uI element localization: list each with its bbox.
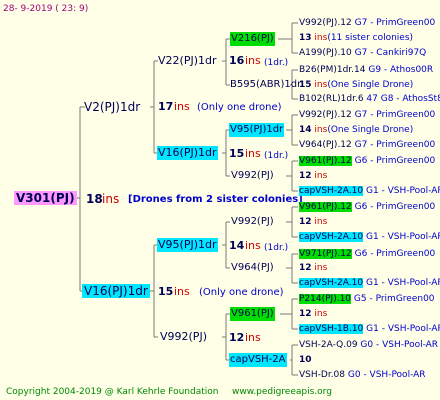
gen2-b-note: (1dr.) <box>264 151 289 161</box>
gen4-row[interactable]: P214(PJ).10 G5 - PrimGreen00 <box>299 292 435 306</box>
gen3-c1-node[interactable]: V992(PJ) <box>231 215 274 229</box>
gen2-b-node[interactable]: V16(PJ)1dr <box>157 146 218 160</box>
gen4-row[interactable]: V961(PJ).12 G6 - PrimGreen00 <box>299 200 435 214</box>
gen4-row[interactable]: V961(PJ).12 G6 - PrimGreen00 <box>299 154 435 168</box>
gen2-b-ins-value: 15 <box>229 147 245 160</box>
gen4-row[interactable]: B26(PM)1dr.14 G9 - Athos00R <box>299 63 433 77</box>
gen3-b2-node[interactable]: V992(PJ) <box>231 169 274 183</box>
gen4-row: 12 ins <box>299 309 328 319</box>
gen3-c2-node[interactable]: V964(PJ) <box>231 261 274 275</box>
pedigree-page: 28- 9-2019 ( 23: 9) Copyright 2004-2019 … <box>0 0 440 400</box>
gen4-row[interactable]: capVSH-1B.10 G1 - VSH-Pool-AR <box>299 322 440 336</box>
gen4-row[interactable]: V992(PJ).12 G7 - PrimGreen00 <box>299 108 435 122</box>
website-link[interactable]: www.pedigreeapis.org <box>232 385 332 399</box>
gen2-c-node[interactable]: V95(PJ)1dr <box>157 238 218 252</box>
gen3-a2-node[interactable]: B595(ABR)1dr <box>230 78 301 92</box>
gen2-a-ins-value: 16 <box>229 54 245 67</box>
gen2-d-ins-label: ins <box>245 331 261 344</box>
gen1-bottom-ins-label: ins <box>174 285 190 298</box>
gen3-a1-node[interactable]: V216(PJ) <box>230 32 275 46</box>
copyright-text: Copyright 2004-2019 @ Karl Kehrle Founda… <box>6 387 219 397</box>
gen4-row[interactable]: VSH-2A-Q.09 G0 - VSH-Pool-AR <box>299 338 438 352</box>
gen1-top-node[interactable]: V2(PJ)1dr <box>84 100 140 114</box>
gen3-d1-node[interactable]: V961(PJ) <box>230 307 275 321</box>
gen1-top-note: (Only one drone) <box>197 102 282 113</box>
gen2-d-node[interactable]: V992(PJ) <box>160 330 207 344</box>
queen-root-node[interactable]: V301(PJ) <box>14 191 77 205</box>
gen4-row[interactable]: B102(RL)1dr.6 47 G8 - AthosSt80R <box>299 92 440 106</box>
print-date: 28- 9-2019 ( 23: 9) <box>3 4 89 14</box>
gen2-a-note: (1dr.) <box>264 58 289 68</box>
gen2-a-node[interactable]: V22(PJ)1dr <box>158 54 217 68</box>
gen2-c-note: (1dr.) <box>264 243 289 253</box>
gen4-row: 12 ins <box>299 171 328 181</box>
gen2-c-ins-label: ins <box>245 239 261 252</box>
gen4-row: 12 ins <box>299 217 328 227</box>
gen2-d-ins-value: 12 <box>229 331 245 344</box>
gen2-a-ins-label: ins <box>245 54 261 67</box>
gen1-bottom-ins-value: 15 <box>158 285 174 298</box>
gen4-row[interactable]: VSH-Dr.08 G0 - VSH-Pool-AR <box>299 368 426 382</box>
gen4-row: 15 ins(One Single Drone) <box>299 80 414 90</box>
gen1-bottom-note: (Only one drone) <box>199 287 284 298</box>
gen3-b1-node[interactable]: V95(PJ)1dr <box>229 123 285 137</box>
root-inbreeding-label: ins <box>102 192 120 206</box>
gen3-d2-node[interactable]: capVSH-2A <box>229 353 287 367</box>
gen4-row[interactable]: V971(PJ).12 G6 - PrimGreen00 <box>299 247 435 261</box>
gen2-b-ins-label: ins <box>245 147 261 160</box>
gen4-row[interactable]: capVSH-2A.10 G1 - VSH-Pool-AR <box>299 230 440 244</box>
gen2-c-ins-value: 14 <box>229 239 245 252</box>
gen4-row[interactable]: capVSH-2A.10 G1 - VSH-Pool-AR <box>299 184 440 198</box>
root-note: [Drones from 2 sister colonies] <box>128 194 303 205</box>
gen4-row: 10 <box>299 355 312 365</box>
gen4-row[interactable]: V992(PJ).12 G7 - PrimGreen00 <box>299 16 435 30</box>
gen1-top-ins-value: 17 <box>158 100 174 113</box>
gen4-row: 13 ins(11 sister colonies) <box>299 33 414 43</box>
gen4-row[interactable]: V964(PJ).12 G7 - PrimGreen00 <box>299 138 435 152</box>
gen4-row[interactable]: A199(PJ).10 G7 - Cankiri97Q <box>299 46 426 60</box>
gen4-row: 12 ins <box>299 263 328 273</box>
root-inbreeding-value: 18 <box>86 192 103 206</box>
gen1-top-ins-label: ins <box>174 100 190 113</box>
gen1-bottom-node[interactable]: V16(PJ)1dr <box>82 284 150 298</box>
gen4-row[interactable]: capVSH-2A.10 G1 - VSH-Pool-AR <box>299 276 440 290</box>
gen4-row: 14 ins(One Single Drone) <box>299 125 414 135</box>
